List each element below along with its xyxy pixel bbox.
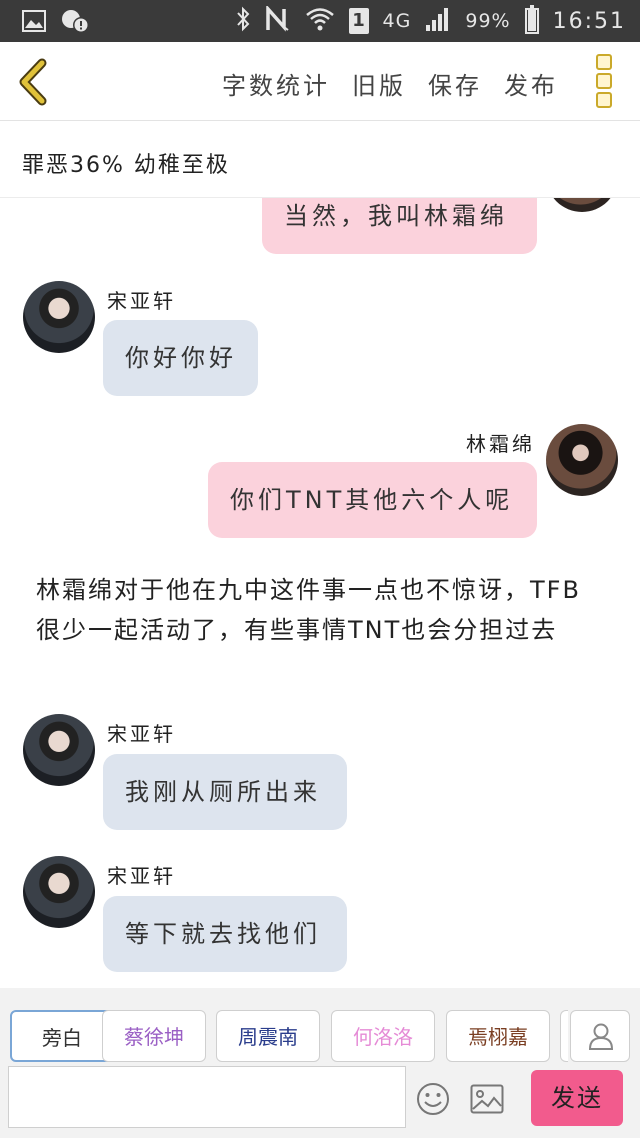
role-chip[interactable]: 何洛洛 [331, 1010, 435, 1062]
message-input[interactable] [8, 1066, 406, 1128]
message-bubble-right[interactable]: 当然，我叫林霜绵 [262, 198, 537, 254]
avatar[interactable] [546, 424, 618, 496]
sender-name: 宋亚轩 [107, 289, 176, 313]
old-version-button[interactable]: 旧版 [352, 66, 406, 101]
cloud-alert-icon [60, 8, 90, 38]
clock: 16:51 [552, 8, 626, 34]
role-chip[interactable]: 焉栩嘉 [446, 1010, 550, 1062]
role-chip-partial[interactable] [560, 1010, 568, 1062]
chapter-title: 罪恶36% 幼稚至极 [22, 153, 230, 178]
sender-name: 宋亚轩 [107, 864, 176, 888]
image-button[interactable] [470, 1084, 504, 1114]
emoji-button[interactable] [416, 1082, 450, 1116]
menu-dot-icon [596, 54, 612, 70]
add-role-button[interactable] [570, 1010, 630, 1062]
avatar[interactable] [546, 198, 618, 212]
role-chip-narrator[interactable]: 旁白 [10, 1010, 114, 1062]
message-bubble-left[interactable]: 我刚从厕所出来 [103, 754, 347, 830]
sim-slot-badge: 1 [348, 8, 369, 34]
image-notification-icon [22, 10, 46, 36]
chat-area[interactable]: 当然，我叫林霜绵 宋亚轩 你好你好 林霜绵 你们TNT其他六个人呢 林霜绵对于他… [0, 198, 640, 988]
smiley-icon [416, 1083, 450, 1120]
wifi-icon [305, 6, 335, 36]
narration-text[interactable]: 林霜绵对于他在九中这件事一点也不惊讶，TFB很少一起活动了，有些事情TNT也会分… [36, 570, 606, 650]
send-button[interactable]: 发送 [531, 1070, 623, 1126]
message-bubble-left[interactable]: 你好你好 [103, 320, 258, 396]
avatar[interactable] [23, 281, 95, 353]
battery-icon [524, 5, 539, 34]
avatar[interactable] [23, 856, 95, 928]
menu-dot-icon [596, 92, 612, 108]
publish-button[interactable]: 发布 [504, 66, 558, 101]
back-button[interactable] [16, 58, 52, 106]
avatar[interactable] [23, 714, 95, 786]
image-icon [470, 1084, 504, 1118]
battery-percent: 99% [465, 10, 511, 32]
nfc-icon [265, 4, 291, 36]
sender-name: 宋亚轩 [107, 722, 176, 746]
message-bubble-left[interactable]: 等下就去找他们 [103, 896, 347, 972]
role-selector: 旁白 蔡徐坤 周震南 何洛洛 焉栩嘉 [0, 988, 640, 1064]
editor-toolbar: 字数统计 旧版 保存 发布 [0, 42, 640, 121]
user-icon [588, 1022, 614, 1054]
menu-dot-icon [596, 73, 612, 89]
bluetooth-icon [235, 6, 251, 36]
sender-name: 林霜绵 [466, 432, 535, 456]
message-bubble-right[interactable]: 你们TNT其他六个人呢 [208, 462, 537, 538]
chevron-left-icon [16, 58, 52, 110]
role-chip[interactable]: 周震南 [216, 1010, 320, 1062]
role-chip[interactable]: 蔡徐坤 [102, 1010, 206, 1062]
signal-icon [425, 6, 451, 36]
more-menu-button[interactable] [596, 54, 614, 108]
save-button[interactable]: 保存 [428, 66, 482, 101]
word-count-button[interactable]: 字数统计 [222, 66, 330, 101]
network-type: 4G [382, 10, 412, 32]
chapter-title-bar[interactable]: 罪恶36% 幼稚至极 [0, 121, 640, 198]
status-bar: 1 4G 99% 16:51 [0, 0, 640, 42]
composer-bar: 发送 [0, 1064, 640, 1138]
